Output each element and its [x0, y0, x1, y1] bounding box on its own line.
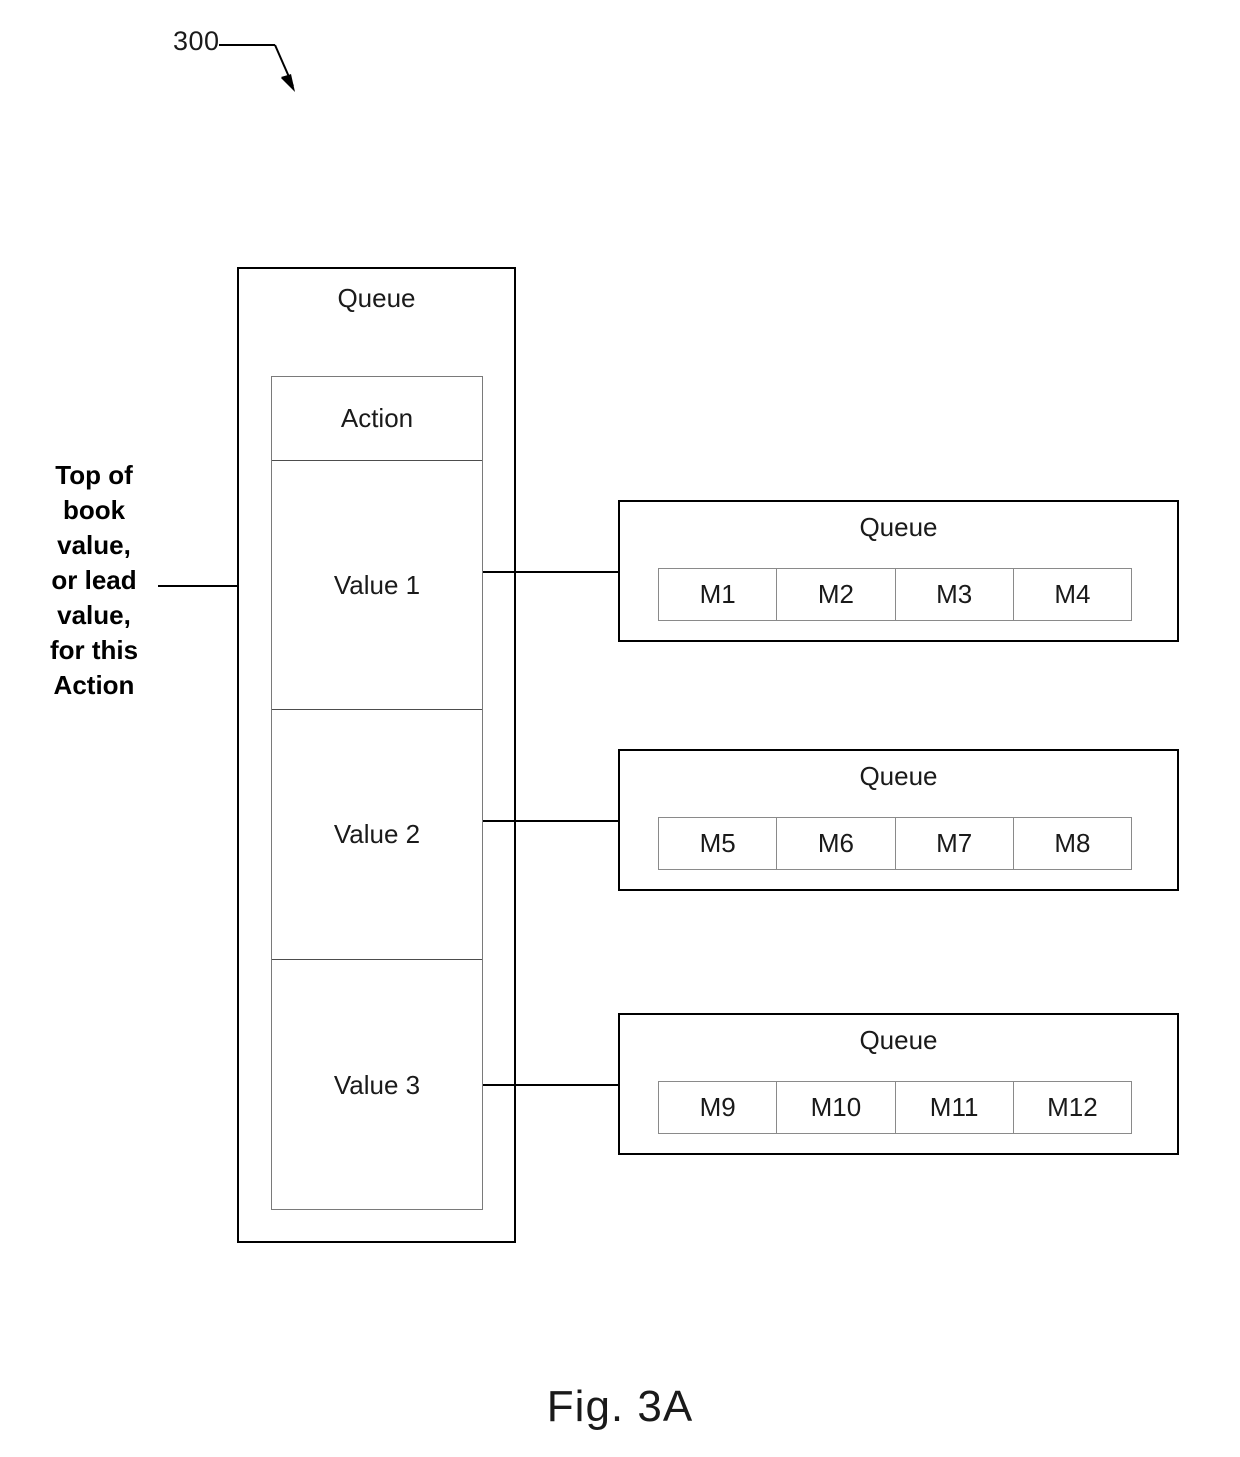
message-queue-2: Queue M5 M6 M7 M8 [618, 749, 1179, 891]
message-cell: M5 [659, 818, 778, 869]
message-cell: M1 [659, 569, 778, 620]
message-row-2: M5 M6 M7 M8 [658, 817, 1132, 870]
annotation-line: value, [57, 530, 131, 560]
message-cell: M3 [896, 569, 1014, 620]
value-label: Value 3 [333, 1069, 421, 1100]
figure-caption: Fig. 3A [546, 1382, 694, 1431]
annotation-line: Top of [55, 460, 133, 490]
main-queue-title: Queue [337, 283, 416, 313]
message-queue-title: Queue [859, 761, 938, 791]
action-label: Action [340, 403, 414, 433]
connector-value1-to-queue1 [483, 571, 620, 573]
reference-leader-arrow [219, 44, 295, 92]
message-row-3: M9 M10 M11 M12 [658, 1081, 1132, 1134]
reference-numeral-300: 300 [173, 26, 220, 56]
top-of-book-annotation: Top of book value, or lead value, for th… [24, 458, 164, 703]
value-label: Value 2 [333, 819, 421, 849]
connector-value2-to-queue2 [483, 820, 620, 822]
value-row-2: Value 2 [272, 710, 482, 959]
value-row-1: Value 1 [272, 461, 482, 709]
message-cell: M6 [777, 818, 896, 869]
message-cell: M10 [777, 1082, 896, 1133]
message-queue-3: Queue M9 M10 M11 M12 [618, 1013, 1179, 1155]
action-header-cell: Action [272, 377, 482, 460]
connector-value3-to-queue3 [483, 1084, 620, 1086]
message-queue-1: Queue M1 M2 M3 M4 [618, 500, 1179, 642]
message-row-1: M1 M2 M3 M4 [658, 568, 1132, 621]
annotation-line: or lead [51, 565, 137, 595]
annotation-line: for this [49, 635, 139, 665]
annotation-line: value, [57, 600, 131, 630]
message-cell: M12 [1047, 1092, 1098, 1122]
message-cell: M11 [896, 1082, 1014, 1133]
message-queue-title: Queue [859, 512, 938, 542]
message-cell: M7 [896, 818, 1014, 869]
message-cell: M4 [1054, 579, 1091, 609]
action-value-table: Action Value 1 Value 2 Value 3 [271, 376, 483, 1210]
annotation-line: Action [53, 670, 135, 700]
value-label: Value 1 [333, 569, 421, 600]
value-row-3: Value 3 [272, 960, 482, 1210]
main-queue-box: Queue Action Value 1 Value 2 Value 3 [237, 267, 516, 1243]
message-cell: M2 [777, 569, 896, 620]
figure-canvas: 300 Top of book value, or lead value, fo… [0, 0, 1240, 1457]
annotation-line: book [62, 495, 126, 525]
message-queue-title: Queue [859, 1025, 938, 1055]
message-cell: M8 [1054, 828, 1091, 858]
message-cell: M9 [659, 1082, 778, 1133]
